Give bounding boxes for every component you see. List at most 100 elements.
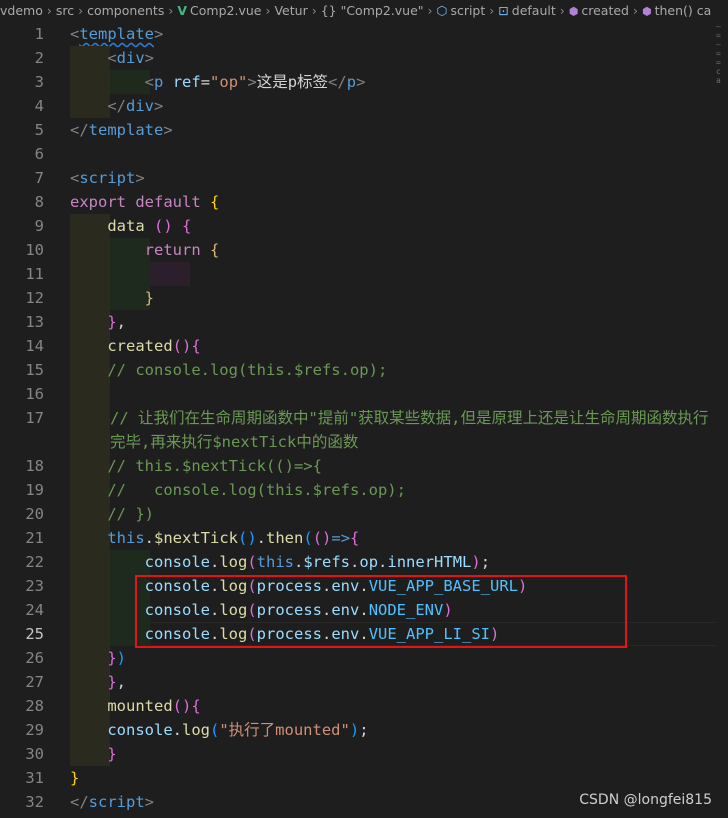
line-number: 28 [25,697,44,715]
code-line: 4 </div> [0,94,716,118]
breadcrumb-item-default[interactable]: default [512,0,556,22]
chevron-right-icon: › [78,3,84,18]
line-number: 15 [25,361,44,379]
line-number: 32 [25,793,44,811]
code-text: </script> [70,793,155,811]
symbol-method-icon: ⬢ [641,5,652,18]
line-number: 18 [25,457,44,475]
code-line: 10 return { [0,238,716,262]
line-number: 12 [25,289,44,307]
code-text: // 让我们在生命周期函数中"提前"获取某些数据,但是原理上还是让生命周期函数执… [110,409,709,451]
line-number: 3 [34,73,44,91]
line-number: 13 [25,313,44,331]
line-number: 11 [25,265,44,283]
code-text: // }) [107,505,154,523]
line-number: 24 [25,601,44,619]
line-number: 8 [34,193,44,211]
line-number: 16 [25,385,44,403]
symbol-module-icon: ⬡ [436,3,448,18]
code-line: 5 </template> [0,118,716,142]
chevron-right-icon: › [311,3,317,18]
code-text: this.$nextTick().then(()=>{ [107,529,360,547]
code-line: 18 // this.$nextTick(()=>{ [0,454,716,478]
code-line: 13 }, [0,310,716,334]
line-number: 9 [34,217,44,235]
code-text: console.log(this.$refs.op.innerHTML); [144,553,491,571]
breadcrumb-item-file[interactable]: Comp2.vue [190,0,261,22]
code-text: <template> [70,25,164,43]
code-line: 29 console.log("执行了mounted"); [0,718,716,742]
breadcrumb-item-script[interactable]: script [450,0,485,22]
line-number: 30 [25,745,44,763]
code-text: // this.$nextTick(()=>{ [107,457,322,475]
line-number: 23 [25,577,44,595]
code-line: 30 } [0,742,716,766]
code-text: }) [107,649,127,667]
code-text: created(){ [107,337,201,355]
breadcrumb-item-src[interactable]: src [56,0,74,22]
breadcrumb-item-module[interactable]: {} "Comp2.vue" [321,0,424,22]
chevron-right-icon: › [265,3,271,18]
breadcrumb-item-vdemo[interactable]: vdemo [0,0,43,22]
line-number: 22 [25,553,44,571]
line-number: 27 [25,673,44,691]
line-number: 4 [34,97,44,115]
code-line: 7 <script> [0,166,716,190]
minimap[interactable]: — = — = = c a [716,22,728,818]
code-line: 21 this.$nextTick().then(()=>{ [0,526,716,550]
code-text: console.log("执行了mounted"); [107,721,369,739]
symbol-field-icon: ⊡ [498,3,509,18]
line-number: 19 [25,481,44,499]
code-text: mounted(){ [107,697,201,715]
code-line: 26 }) [0,646,716,670]
code-line: 28 mounted(){ [0,694,716,718]
code-text: }, [107,673,127,691]
code-text: } [144,289,154,307]
code-text: }, [107,313,127,331]
code-line: 1 <template> [0,22,716,46]
chevron-right-icon: › [559,3,565,18]
code-text: // console.log(this.$refs.op); [107,481,406,499]
code-text: // console.log(this.$refs.op); [107,361,388,379]
line-number: 29 [25,721,44,739]
line-number: 21 [25,529,44,547]
code-line: 3 <p ref="op">这是p标签</p> [0,70,716,94]
code-line: 17 // 让我们在生命周期函数中"提前"获取某些数据,但是原理上还是让生命周期… [0,406,716,454]
code-line: 2 <div> [0,46,716,70]
line-number: 20 [25,505,44,523]
breadcrumb-item-created[interactable]: created [581,0,629,22]
code-line: 16 [0,382,716,406]
watermark: CSDN @longfei815 [579,792,712,808]
chevron-right-icon: › [632,3,638,18]
symbol-method-icon: ⬢ [568,5,579,18]
line-number: 26 [25,649,44,667]
code-text: <div> [107,49,155,67]
code-line: 22 console.log(this.$refs.op.innerHTML); [0,550,716,574]
code-text: export default { [70,193,220,211]
code-text: } [70,769,80,787]
highlight-annotation-box [135,575,627,648]
code-line: 15 // console.log(this.$refs.op); [0,358,716,382]
breadcrumb: vdemo › src › components › V Comp2.vue › Vetur ›{}… [0,0,728,22]
code-text: <p ref="op">这是p标签</p> [144,73,366,91]
breadcrumb-item-then[interactable]: then() ca [655,0,712,22]
breadcrumb-item-vetur[interactable]: Vetur [274,0,307,22]
chevron-right-icon: › [168,3,174,18]
code-line: 19 // console.log(this.$refs.op); [0,478,716,502]
breadcrumb-item-components[interactable]: components [87,0,164,22]
code-line: 31 } [0,766,716,790]
code-line: 6 [0,142,716,166]
code-text: </div> [107,97,164,115]
code-text: data () { [107,217,192,235]
code-line: 14 created(){ [0,334,716,358]
code-editor[interactable]: 1 <template> 2 <div> 3 <p ref="op">这是p标签… [0,22,716,814]
code-text: </template> [70,121,173,139]
code-line: 20 // }) [0,502,716,526]
line-number: 1 [34,25,44,43]
code-line: 12 } [0,286,716,310]
code-line: 8 export default { [0,190,716,214]
line-number: 7 [34,169,44,187]
chevron-right-icon: › [489,3,495,18]
line-number: 2 [34,49,44,67]
vue-file-icon: V [177,3,188,18]
